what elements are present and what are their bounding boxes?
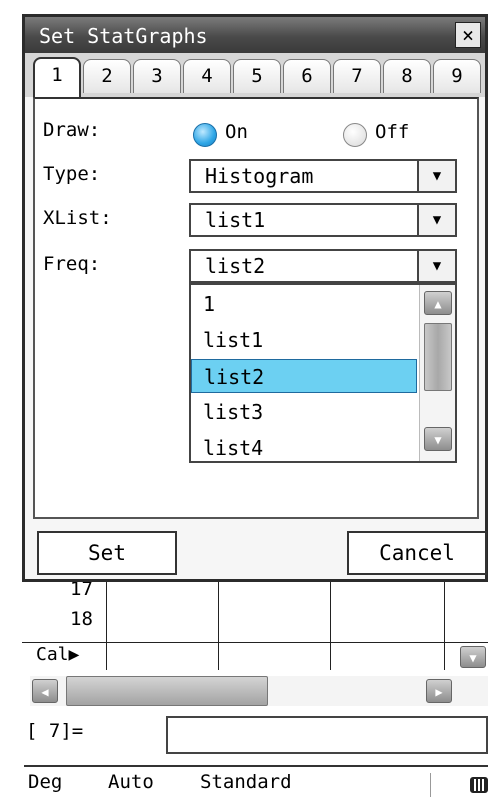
battery-icon bbox=[470, 777, 488, 793]
type-value: Histogram bbox=[205, 164, 314, 188]
chevron-down-icon[interactable]: ▼ bbox=[417, 205, 455, 235]
scroll-down-icon[interactable]: ▼ bbox=[460, 646, 486, 668]
tab-6[interactable]: 6 bbox=[283, 59, 331, 93]
scroll-left-icon[interactable]: ◀ bbox=[32, 679, 58, 703]
tab-7[interactable]: 7 bbox=[333, 59, 381, 93]
freq-value: list2 bbox=[205, 254, 266, 278]
tab-8[interactable]: 8 bbox=[383, 59, 431, 93]
chevron-down-icon[interactable]: ▼ bbox=[417, 161, 455, 191]
tab-5[interactable]: 5 bbox=[233, 59, 281, 93]
list-item[interactable]: 1 bbox=[191, 287, 417, 321]
auto-mode[interactable]: Auto bbox=[108, 771, 154, 793]
tab-9[interactable]: 9 bbox=[433, 59, 481, 93]
status-divider bbox=[430, 773, 431, 797]
dropdown-scrollbar[interactable]: ▲ ▼ bbox=[419, 285, 455, 461]
list-item[interactable]: list1 bbox=[191, 323, 417, 357]
scroll-up-icon[interactable]: ▲ bbox=[424, 291, 452, 315]
left-edge-strip bbox=[0, 0, 22, 802]
chevron-down-icon[interactable]: ▼ bbox=[417, 251, 455, 281]
dropdown-scroll-thumb[interactable] bbox=[424, 323, 452, 391]
list-item[interactable]: list3 bbox=[191, 395, 417, 429]
xlist-select[interactable]: list1 ▼ bbox=[189, 203, 457, 237]
column-divider bbox=[218, 582, 219, 670]
column-divider bbox=[444, 582, 445, 670]
close-icon[interactable]: × bbox=[455, 22, 481, 48]
cal-separator bbox=[22, 642, 488, 643]
xlist-label: XList: bbox=[43, 207, 112, 229]
tab-4[interactable]: 4 bbox=[183, 59, 231, 93]
input-label: [ 7]= bbox=[26, 720, 84, 742]
list-item[interactable]: list4 bbox=[191, 431, 417, 461]
calc-input-field[interactable] bbox=[166, 716, 488, 754]
tab-2[interactable]: 2 bbox=[83, 59, 131, 93]
scroll-right-icon[interactable]: ▶ bbox=[426, 679, 452, 703]
angle-mode[interactable]: Deg bbox=[28, 771, 62, 793]
dialog-titlebar: Set StatGraphs × bbox=[25, 17, 485, 53]
cal-row-label[interactable]: Cal▶ bbox=[36, 644, 79, 665]
column-divider bbox=[106, 582, 107, 670]
tab-1[interactable]: 1 bbox=[33, 57, 81, 97]
type-select[interactable]: Histogram ▼ bbox=[189, 159, 457, 193]
tab-3[interactable]: 3 bbox=[133, 59, 181, 93]
cancel-button[interactable]: Cancel bbox=[347, 531, 487, 575]
list-item-selected[interactable]: list2 bbox=[191, 359, 417, 393]
xlist-value: list1 bbox=[205, 208, 266, 232]
horizontal-scrollbar[interactable]: ◀ ▶ bbox=[30, 676, 488, 706]
draw-on-radio[interactable] bbox=[193, 123, 217, 147]
draw-off-label[interactable]: Off bbox=[375, 121, 409, 143]
freq-label: Freq: bbox=[43, 253, 101, 275]
dialog-title: Set StatGraphs bbox=[39, 24, 208, 48]
set-statgraphs-dialog: Set StatGraphs × 1 2 3 4 5 6 7 8 9 Draw:… bbox=[22, 14, 488, 582]
freq-dropdown-list[interactable]: 1 list1 list2 list3 list4 ▲ ▼ bbox=[189, 283, 457, 463]
draw-off-radio[interactable] bbox=[343, 123, 367, 147]
scroll-down-icon[interactable]: ▼ bbox=[424, 427, 452, 451]
draw-label: Draw: bbox=[43, 119, 101, 141]
type-label: Type: bbox=[43, 163, 101, 185]
format-mode[interactable]: Standard bbox=[200, 771, 292, 793]
status-bar: Deg Auto Standard bbox=[24, 765, 488, 802]
horizontal-scroll-thumb[interactable] bbox=[66, 676, 268, 706]
set-button[interactable]: Set bbox=[37, 531, 177, 575]
draw-on-label[interactable]: On bbox=[225, 121, 248, 143]
column-divider bbox=[330, 582, 331, 670]
freq-select[interactable]: list2 ▼ bbox=[189, 249, 457, 283]
row-number-18: 18 bbox=[70, 608, 93, 630]
